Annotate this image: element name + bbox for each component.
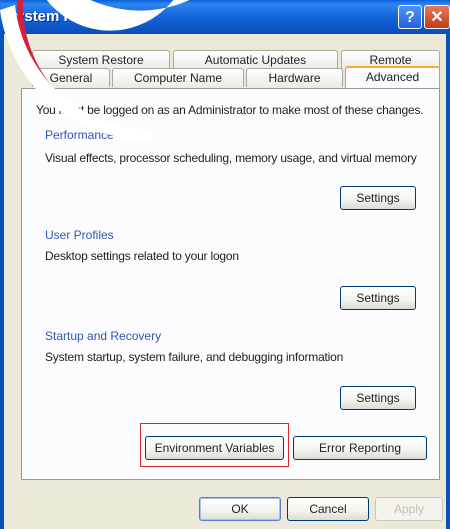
title-bar[interactable]: System Properties ? ✕ bbox=[0, 0, 450, 34]
tab-system-restore[interactable]: System Restore bbox=[32, 50, 170, 69]
close-button[interactable]: ✕ bbox=[424, 5, 450, 29]
tab-computer-name[interactable]: Computer Name bbox=[112, 68, 244, 87]
startup-recovery-description: System startup, system failure, and debu… bbox=[45, 350, 344, 364]
tab-advanced[interactable]: Advanced bbox=[345, 66, 440, 88]
system-properties-window: System Properties ? ✕ System Restore Aut… bbox=[0, 0, 450, 529]
performance-settings-button[interactable]: Settings bbox=[340, 186, 416, 210]
error-reporting-button[interactable]: Error Reporting bbox=[293, 436, 427, 460]
tab-hardware[interactable]: Hardware bbox=[246, 68, 343, 87]
tab-general[interactable]: General bbox=[32, 68, 110, 87]
performance-group-header: Performance bbox=[45, 128, 114, 142]
window-frame-left bbox=[0, 34, 4, 529]
ok-button[interactable]: OK bbox=[199, 497, 281, 521]
window-title: System Properties bbox=[6, 8, 138, 25]
user-profiles-settings-button[interactable]: Settings bbox=[340, 286, 416, 310]
environment-variables-button[interactable]: Environment Variables bbox=[145, 436, 284, 460]
help-button[interactable]: ? bbox=[398, 5, 422, 29]
apply-button[interactable]: Apply bbox=[375, 497, 443, 521]
admin-note: You must be logged on as an Administrato… bbox=[36, 103, 424, 117]
tab-automatic-updates[interactable]: Automatic Updates bbox=[173, 50, 338, 69]
user-profiles-group-header: User Profiles bbox=[45, 228, 114, 242]
performance-description: Visual effects, processor scheduling, me… bbox=[45, 151, 417, 165]
startup-recovery-settings-button[interactable]: Settings bbox=[340, 386, 416, 410]
user-profiles-description: Desktop settings related to your logon bbox=[45, 249, 239, 263]
advanced-tab-panel bbox=[21, 88, 440, 480]
cancel-button[interactable]: Cancel bbox=[287, 497, 369, 521]
startup-recovery-group-header: Startup and Recovery bbox=[45, 329, 162, 343]
window-frame-right bbox=[446, 34, 450, 529]
